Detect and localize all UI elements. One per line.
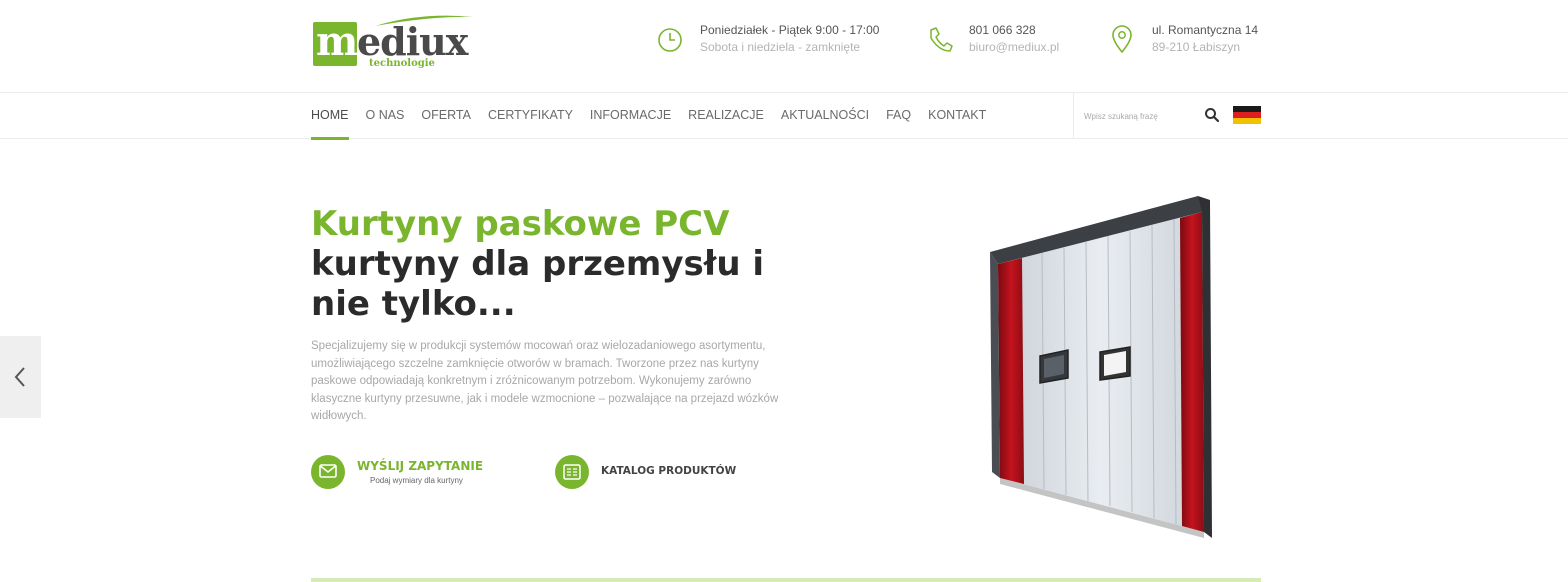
main-navbar: HOME O NAS OFERTA CERTYFIKATY INFORMACJE… <box>0 93 1568 140</box>
nav-item-aktualnosci[interactable]: AKTUALNOŚCI <box>781 93 869 139</box>
street-address: ul. Romantyczna 14 <box>1152 23 1259 37</box>
main-nav: HOME O NAS OFERTA CERTYFIKATY INFORMACJE… <box>311 93 1003 140</box>
product-catalog-label: KATALOG PRODUKTÓW <box>601 465 737 477</box>
send-inquiry-sublabel: Podaj wymiary dla kurtyny <box>370 476 463 485</box>
nav-item-certyfikaty[interactable]: CERTYFIKATY <box>488 93 573 139</box>
location-pin-icon <box>1112 25 1132 54</box>
catalog-icon <box>563 464 581 480</box>
nav-item-o-nas[interactable]: O NAS <box>366 93 405 139</box>
slider-prev-button[interactable] <box>0 336 41 418</box>
hours-weekdays: Poniedziałek - Piątek 9:00 - 17:00 <box>700 23 880 37</box>
hero-title-green: Kurtyny paskowe PCV <box>311 204 730 244</box>
flag-germany-icon[interactable] <box>1233 106 1261 124</box>
catalog-icon-circle <box>555 455 589 489</box>
section-divider <box>311 578 1261 582</box>
envelope-icon <box>319 464 337 478</box>
hero-title: Kurtyny paskowe PCV kurtyny dla przemysł… <box>311 204 831 324</box>
product-catalog-button[interactable]: KATALOG PRODUKTÓW <box>555 455 755 491</box>
nav-item-informacje[interactable]: INFORMACJE <box>590 93 671 139</box>
nav-item-realizacje[interactable]: REALIZACJE <box>688 93 764 139</box>
hero-description: Specjalizujemy się w produkcji systemów … <box>311 340 779 422</box>
mediux-logo[interactable]: m ediux technologie <box>311 14 473 72</box>
envelope-icon-circle <box>311 455 345 489</box>
hero-title-dark: kurtyny dla przemysłu i nie tylko... <box>311 244 765 324</box>
postal-city: 89-210 Łabiszyn <box>1152 40 1241 54</box>
chevron-left-icon <box>14 367 25 387</box>
top-header: m ediux technologie Poniedziałek - Piąte… <box>0 0 1568 93</box>
contact-info: 801 066 328 biuro@mediux.pl <box>927 22 1087 62</box>
send-inquiry-button[interactable]: WYŚLIJ ZAPYTANIE Podaj wymiary dla kurty… <box>311 455 511 491</box>
search-icon[interactable] <box>1204 107 1220 123</box>
send-inquiry-label: WYŚLIJ ZAPYTANIE <box>357 459 484 473</box>
curtain-door-image <box>990 196 1212 538</box>
search-box <box>1073 93 1225 139</box>
phone-number[interactable]: 801 066 328 <box>969 23 1036 37</box>
phone-icon <box>930 27 953 52</box>
nav-item-oferta[interactable]: OFERTA <box>421 93 471 139</box>
nav-item-faq[interactable]: FAQ <box>886 93 911 139</box>
opening-hours: Poniedziałek - Piątek 9:00 - 17:00 Sobot… <box>658 22 898 62</box>
logo-tagline: technologie <box>369 58 435 69</box>
search-input[interactable] <box>1084 107 1194 125</box>
nav-item-kontakt[interactable]: KONTAKT <box>928 93 986 139</box>
clock-icon <box>658 28 682 52</box>
email-address[interactable]: biuro@mediux.pl <box>969 40 1059 54</box>
logo-letter: m <box>316 18 359 65</box>
address-info: ul. Romantyczna 14 89-210 Łabiszyn <box>1110 22 1270 62</box>
nav-item-home[interactable]: HOME <box>311 93 349 140</box>
hours-weekend: Sobota i niedziela - zamknięte <box>700 40 861 54</box>
